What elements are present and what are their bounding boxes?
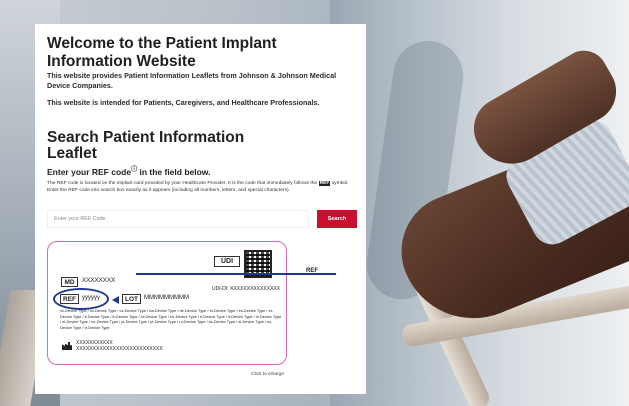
ref-pointer-label: REF [306, 268, 318, 274]
welcome-title: Welcome to the Patient Implant Informati… [47, 35, 277, 70]
search-subtitle-suffix: in the field below. [137, 166, 211, 177]
ref-symbol: REF [60, 294, 79, 304]
manufacturer-line: XXXXXXXXXXXXXXXXXXXXXXXXXX [76, 346, 163, 353]
ref-symbol-badge: REF [318, 181, 331, 186]
search-form: Search [47, 210, 359, 228]
search-title: Search Patient Information Leaflet [47, 129, 245, 162]
ref-instructions: The REF code is located on the implant c… [47, 180, 357, 194]
audience-note: This website is intended for Patients, C… [47, 98, 320, 107]
udi-symbol: UDI [214, 256, 240, 267]
click-to-enlarge-link[interactable]: Click to enlarge [251, 372, 284, 377]
ref-instructions-part1: The REF code is located on the implant c… [47, 181, 319, 186]
ref-code-input[interactable] [47, 210, 309, 228]
ref-value: yyyyyy [82, 295, 100, 301]
manufacturer-icon [62, 342, 72, 350]
arrow-left-icon [112, 296, 119, 304]
lot-symbol: LOT [122, 294, 141, 304]
search-subtitle-text: Enter your REF code [47, 166, 132, 177]
md-symbol: MD [61, 277, 78, 287]
welcome-description: This website provides Patient Informatio… [47, 71, 337, 90]
md-value: XXXXXXXX [82, 277, 116, 284]
lot-value: MMMMMMMMM [144, 295, 189, 301]
search-button[interactable]: Search [317, 210, 357, 228]
device-types: xx-Device Type / xx-Device Type / cs-Dev… [60, 308, 282, 330]
implant-card-image[interactable]: UDI MD XXXXXXXX UDI-DI: XXXXXXXXXXXXXXX … [47, 241, 287, 365]
udi-di-value: UDI-DI: XXXXXXXXXXXXXXX [212, 286, 281, 292]
manufacturer-info: XXXXXXXXXXX XXXXXXXXXXXXXXXXXXXXXXXXXX [76, 340, 163, 353]
search-subtitle: Enter your REF codeⓘ in the field below. [47, 164, 210, 177]
content-panel: Welcome to the Patient Implant Informati… [35, 24, 366, 394]
